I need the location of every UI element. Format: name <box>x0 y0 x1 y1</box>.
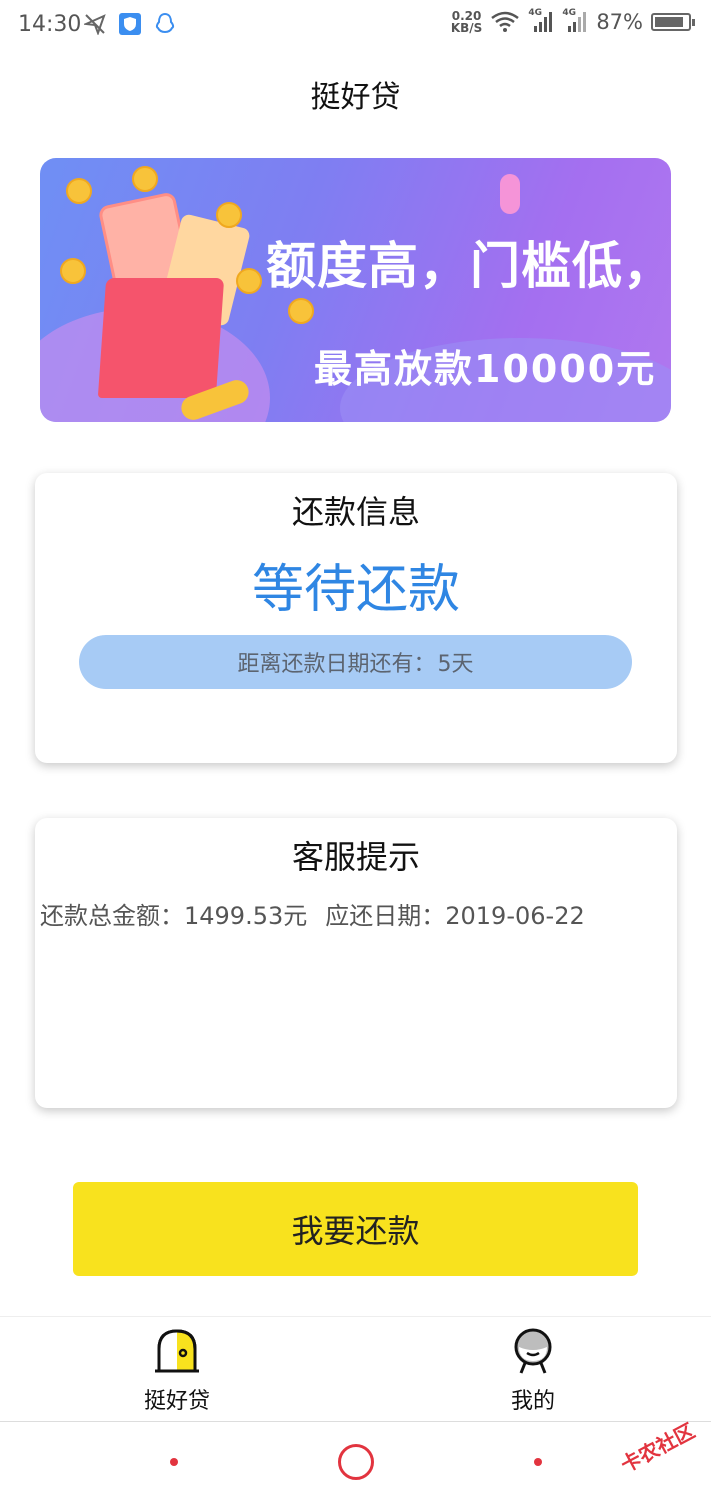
network-speed: 0.20 KB/S <box>450 9 483 35</box>
countdown-value: 5天 <box>437 652 474 677</box>
service-card-title: 客服提示 <box>291 838 420 876</box>
banner-subline: 最高放款10000元 <box>314 347 657 391</box>
promo-banner[interactable]: 额度高，门槛低，下款快 最高放款10000元 <box>40 158 671 422</box>
status-left-icons <box>84 12 176 36</box>
coin-icon <box>216 202 242 228</box>
nav-home-button[interactable] <box>338 1444 374 1480</box>
banner-decoration <box>500 174 520 214</box>
bottom-tab-bar: 挺好贷 我的 <box>0 1316 711 1421</box>
tab-me-label: 我的 <box>510 1389 555 1414</box>
repayment-card-title: 还款信息 <box>291 493 420 531</box>
red-bag-illustration-icon <box>97 278 225 398</box>
repayment-info-card: 还款信息 等待还款 距离还款日期还有： 5天 <box>35 473 677 763</box>
battery-percent: 87% <box>596 10 643 34</box>
battery-icon <box>651 13 695 31</box>
coin-icon <box>60 258 86 284</box>
tab-me[interactable]: 我的 <box>463 1327 603 1415</box>
wifi-icon <box>491 11 520 32</box>
system-nav-bar: 卡农社区 <box>0 1418 711 1501</box>
amount-label: 还款总金额： <box>40 902 184 930</box>
signal-icon: 4G <box>528 8 554 34</box>
status-time: 14:30 <box>18 12 82 37</box>
amount-value: 1499.53元 <box>184 902 308 930</box>
repayment-details: 还款总金额：1499.53元 应还日期：2019-06-22 <box>40 896 585 931</box>
signal-icon-2: 4G <box>562 8 588 34</box>
user-face-icon <box>514 1328 552 1374</box>
service-tips-card: 客服提示 还款总金额：1499.53元 应还日期：2019-06-22 <box>35 818 677 1108</box>
qq-icon <box>155 12 175 34</box>
tab-home-label: 挺好贷 <box>143 1389 210 1414</box>
coin-icon <box>66 178 92 204</box>
repayment-status: 等待还款 <box>251 560 460 620</box>
send-icon <box>84 14 106 35</box>
status-right-icons: 0.20 KB/S 4G 4G 87% <box>450 8 695 35</box>
status-bar: 14:30 0.20 KB/S 4G 4G 87% <box>0 0 711 52</box>
nav-back-dot[interactable] <box>170 1458 178 1466</box>
repay-button[interactable]: 我要还款 <box>73 1182 638 1276</box>
home-dome-icon <box>155 1329 199 1373</box>
banner-headline: 额度高，门槛低，下款快 <box>266 237 671 295</box>
coin-icon <box>236 268 262 294</box>
countdown-pill: 距离还款日期还有： 5天 <box>79 635 632 689</box>
due-date-label: 应还日期： <box>325 902 446 930</box>
coin-icon <box>132 166 158 192</box>
shield-icon <box>119 13 141 35</box>
countdown-label: 距离还款日期还有： <box>237 652 436 677</box>
due-date-value: 2019-06-22 <box>445 902 585 930</box>
tab-home[interactable]: 挺好贷 <box>107 1327 247 1415</box>
page-title: 挺好贷 <box>310 80 401 115</box>
coin-icon <box>288 298 314 324</box>
nav-recents-dot[interactable] <box>534 1458 542 1466</box>
watermark: 卡农社区 <box>616 1418 699 1478</box>
